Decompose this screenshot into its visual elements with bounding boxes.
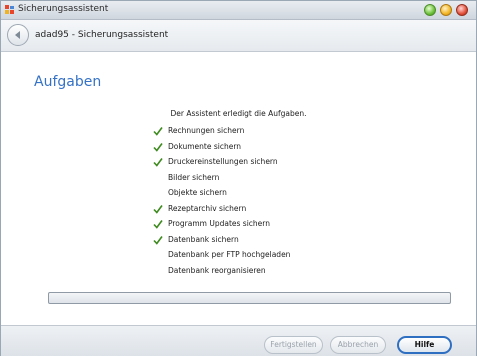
task-item: Datenbank sichern [153,232,373,248]
back-button[interactable] [7,24,29,46]
checkmark-icon [153,204,163,214]
finish-button[interactable]: Fertigstellen [264,336,323,354]
task-label: Datenbank per FTP hochgeladen [168,250,291,259]
task-list: Rechnungen sichern Dokumente sichern Druck… [153,123,373,278]
task-item: Druckereinstellungen sichern [153,154,373,170]
task-label: Druckereinstellungen sichern [168,157,278,166]
checkmark-icon [153,127,163,136]
intro-text: Der Assistent erledigt die Aufgaben. [170,109,307,118]
progress-bar [48,292,451,304]
minimize-button[interactable] [424,4,436,16]
back-arrow-icon [15,31,20,39]
task-label: Dokumente sichern [168,141,242,151]
checkmark-icon [153,235,163,245]
help-button[interactable]: Hilfe [397,336,452,354]
close-button[interactable] [456,4,468,16]
task-label: Datenbank reorganisieren [168,265,266,275]
footer-bar: Fertigstellen Abbrechen Hilfe [1,325,476,356]
task-item: Dokumente sichern [153,139,373,155]
wizard-window: Sicherungsassistent adad95 - Sicherungsa… [0,0,477,356]
task-label: Programm Updates sichern [168,219,270,228]
task-label: Objekte sichern [168,188,227,197]
task-item: Datenbank per FTP hochgeladen [153,247,373,263]
nav-title: adad95 - Sicherungsassistent [35,30,169,40]
task-label: Bilder sichern [168,172,220,182]
cancel-button[interactable]: Abbrechen [330,336,386,354]
app-icon [5,5,14,14]
task-label: Rechnungen sichern [168,126,245,135]
title-bar[interactable]: Sicherungsassistent [1,1,476,20]
task-item: Datenbank reorganisieren [153,263,373,279]
task-label: Datenbank sichern [168,234,239,244]
task-item: Programm Updates sichern [153,216,373,232]
task-item: Rezeptarchiv sichern [153,201,373,217]
window-title: Sicherungsassistent [18,4,109,14]
task-item: Objekte sichern [153,185,373,201]
page-title: Aufgaben [34,74,102,90]
task-label: Rezeptarchiv sichern [168,203,247,213]
maximize-button[interactable] [440,4,452,16]
checkmark-icon [153,158,163,167]
task-item: Rechnungen sichern [153,123,373,139]
checkmark-icon [153,142,163,152]
task-item: Bilder sichern [153,170,373,186]
checkmark-icon [153,220,163,229]
navigation-bar: adad95 - Sicherungsassistent [1,20,476,52]
